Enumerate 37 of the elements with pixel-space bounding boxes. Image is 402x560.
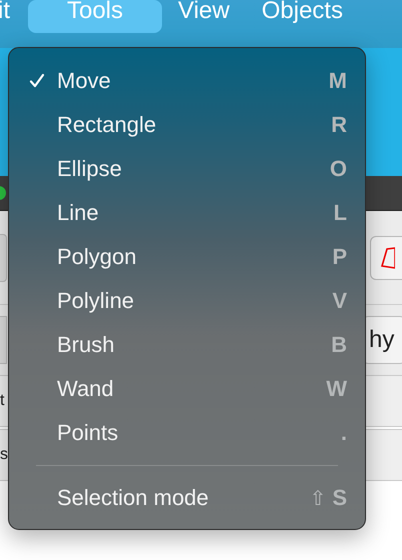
polygon-icon [379,246,395,270]
menu-item-label: Brush [57,332,116,358]
shortcut-key: . [340,420,347,446]
menu-item[interactable]: Move M [9,59,365,103]
menu-item[interactable]: Points . [9,411,365,455]
shift-icon: ⇧ [310,486,326,510]
shortcut-key: L [334,200,347,226]
shortcut-key: P [332,244,347,270]
shortcut-key: B [331,332,347,358]
menu-item-label: Move [57,68,112,94]
shortcut-key: R [331,112,347,138]
menu-item-label: Line [57,200,100,226]
polygon-tool-button[interactable] [370,236,402,280]
menu-bar-item[interactable]: Objects [246,0,359,33]
shortcut-key: W [326,376,347,402]
menu-item[interactable]: Line L [9,191,365,235]
menu-item-label: Selection mode [57,485,210,511]
menu-item-label: Wand [57,376,115,402]
menu-item[interactable]: Brush B [9,323,365,367]
shortcut-key: M [328,68,347,94]
row-label: t [0,392,4,410]
menu-item[interactable]: Selection mode ⇧ S [9,476,365,520]
shortcut-key: S [332,485,347,511]
menu-item-label: Points [57,420,120,446]
menu-item[interactable]: Wand W [9,367,365,411]
menu-item-label: Ellipse [57,156,123,182]
menu-bar-item[interactable]: View [162,0,246,33]
shortcut-key: V [332,288,347,314]
row-label: s [0,446,8,464]
menu-item[interactable]: Rectangle R [9,103,365,147]
menu-item[interactable]: Polygon P [9,235,365,279]
menu-item-label: Polygon [57,244,138,270]
menu-item-label: Rectangle [57,112,158,138]
menu-item[interactable]: Ellipse O [9,147,365,191]
menu-item[interactable]: Polyline V [9,279,365,323]
menu-item-label: Polyline [57,288,136,314]
shortcut-key: O [330,156,347,182]
